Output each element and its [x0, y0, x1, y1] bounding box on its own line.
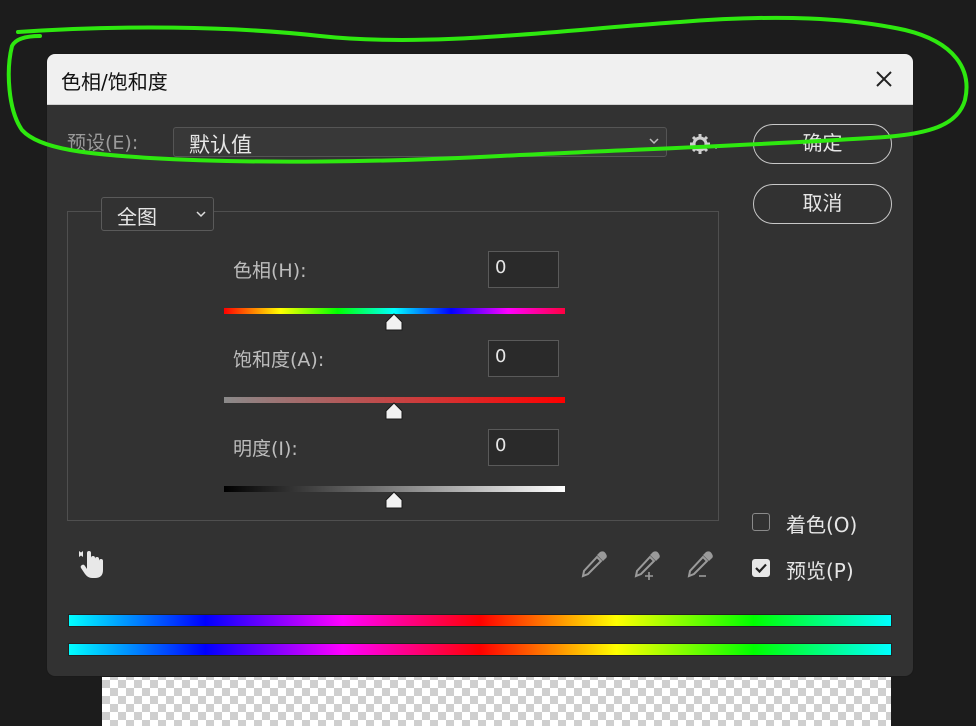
hue-saturation-dialog: 色相/饱和度 预设(E): 默认值 确定 取消 全图 色相(H): 0 饱和度(…: [47, 54, 913, 676]
eyedropper-icon: [581, 551, 607, 578]
chevron-down-icon: [649, 138, 659, 145]
close-icon: [876, 71, 892, 87]
ok-button[interactable]: 确定: [753, 124, 892, 164]
eyedropper-add-icon: [634, 551, 660, 580]
chevron-down-icon: [196, 211, 206, 218]
lightness-input[interactable]: 0: [488, 429, 559, 466]
source-color-bar: [68, 614, 892, 627]
colorize-checkbox[interactable]: [752, 513, 770, 531]
preview-label: 预览(P): [786, 559, 854, 583]
eyedropper-add-tool[interactable]: [631, 548, 663, 580]
targeted-adjustment-hand-icon: [79, 551, 103, 578]
saturation-slider-thumb[interactable]: [385, 402, 403, 420]
lightness-label: 明度(I):: [233, 438, 298, 460]
preset-label: 预设(E):: [67, 132, 139, 154]
eyedropper-subtract-icon: [687, 551, 713, 578]
eyedropper-tool[interactable]: [578, 548, 610, 580]
colorize-label: 着色(O): [786, 513, 858, 537]
saturation-label: 饱和度(A):: [233, 349, 325, 371]
edit-range-value: 全图: [117, 205, 157, 229]
adjustment-panel: [67, 211, 719, 521]
preset-value: 默认值: [189, 133, 252, 157]
edit-range-dropdown[interactable]: 全图: [101, 197, 214, 231]
result-color-bar[interactable]: [68, 643, 892, 656]
cancel-button[interactable]: 取消: [753, 184, 892, 224]
preset-dropdown[interactable]: 默认值: [173, 127, 667, 157]
hue-label: 色相(H):: [233, 260, 307, 282]
gear-icon: [690, 134, 720, 154]
hue-slider-thumb[interactable]: [385, 313, 403, 331]
hue-input[interactable]: 0: [488, 251, 559, 288]
eyedropper-subtract-tool[interactable]: [684, 548, 716, 580]
preset-options-button[interactable]: [687, 131, 721, 157]
canvas-transparency: [102, 672, 891, 726]
targeted-adjustment-tool[interactable]: [77, 548, 107, 582]
preview-checkbox[interactable]: [752, 559, 770, 577]
checkbox-check-icon: [755, 563, 767, 574]
lightness-slider-thumb[interactable]: [385, 491, 403, 509]
close-button[interactable]: [869, 64, 899, 94]
title-bar: 色相/饱和度: [47, 54, 913, 105]
dialog-title: 色相/饱和度: [61, 70, 168, 94]
saturation-input[interactable]: 0: [488, 340, 559, 377]
